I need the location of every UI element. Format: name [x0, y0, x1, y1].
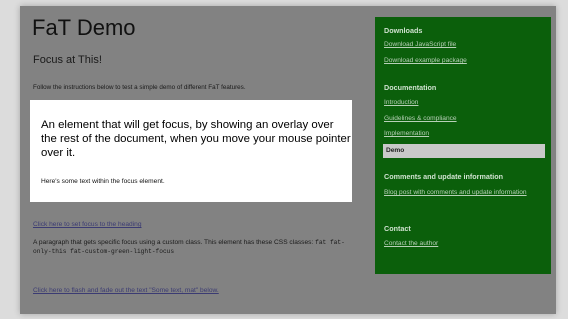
- page-title: FaT Demo: [32, 15, 136, 40]
- paragraph-text: A paragraph that gets specific focus usi…: [33, 239, 314, 246]
- sidebar-item-demo[interactable]: Demo: [383, 144, 545, 158]
- instructions-text: Follow the instructions below to test a …: [33, 84, 246, 91]
- sidebar-item-introduction[interactable]: Introduction: [384, 99, 418, 106]
- focus-element-text: An element that will get focus, by showi…: [41, 119, 351, 159]
- sidebar-heading-contact: Contact: [384, 224, 411, 233]
- sidebar-item-demo-label: Demo: [386, 147, 405, 154]
- custom-class-paragraph: A paragraph that gets specific focus usi…: [33, 238, 353, 256]
- sidebar-item-blog-post[interactable]: Blog post with comments and update infor…: [384, 188, 534, 197]
- sidebar-heading-comments: Comments and update information: [384, 172, 503, 181]
- sidebar-item-guidelines[interactable]: Guidelines & compliance: [384, 115, 457, 122]
- page-subtitle: Focus at This!: [33, 54, 102, 66]
- flash-text-link[interactable]: Click here to flash and fade out the tex…: [33, 287, 219, 294]
- sidebar: Downloads Download JavaScript file Downl…: [375, 17, 551, 274]
- focus-element[interactable]: An element that will get focus, by showi…: [30, 100, 352, 202]
- focus-element-subtext: Here's some text within the focus elemen…: [41, 178, 165, 185]
- sidebar-item-download-package[interactable]: Download example package: [384, 57, 467, 64]
- sidebar-item-download-js[interactable]: Download JavaScript file: [384, 41, 456, 48]
- sidebar-heading-documentation: Documentation: [384, 83, 437, 92]
- sidebar-item-implementation[interactable]: Implementation: [384, 130, 429, 137]
- sidebar-heading-downloads: Downloads: [384, 26, 423, 35]
- sidebar-item-contact-author[interactable]: Contact the author: [384, 240, 438, 247]
- focus-heading-link[interactable]: Click here to set focus to the heading: [33, 221, 142, 228]
